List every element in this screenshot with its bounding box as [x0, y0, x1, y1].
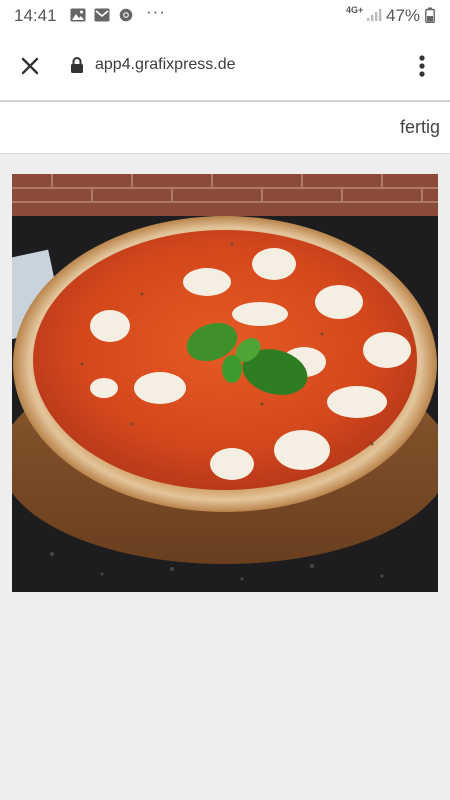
done-button[interactable]: fertig — [400, 117, 440, 138]
url-text[interactable]: app4.grafixpress.de — [95, 56, 236, 74]
signal-icon — [367, 9, 382, 21]
pizza-photo — [12, 174, 438, 592]
status-time: 14:41 — [14, 6, 57, 25]
more-notifications-icon: ··· — [146, 2, 166, 21]
brick-wall — [12, 174, 438, 216]
network-type-icon: 4G+ — [346, 5, 364, 15]
pizza-image — [12, 174, 438, 592]
battery-icon — [425, 7, 435, 23]
status-bar: 14:41 ··· 4G+ 47% — [0, 0, 450, 32]
more-vert-icon[interactable] — [410, 50, 434, 82]
battery-percent: 47% — [386, 6, 421, 25]
gmail-icon — [94, 8, 110, 22]
close-icon[interactable] — [16, 52, 44, 80]
lock-icon — [71, 57, 83, 73]
chrome-icon — [119, 8, 133, 22]
custom-tab-toolbar: app4.grafixpress.de — [0, 32, 450, 100]
gallery-icon — [70, 8, 86, 22]
page-header: fertig — [0, 102, 450, 154]
